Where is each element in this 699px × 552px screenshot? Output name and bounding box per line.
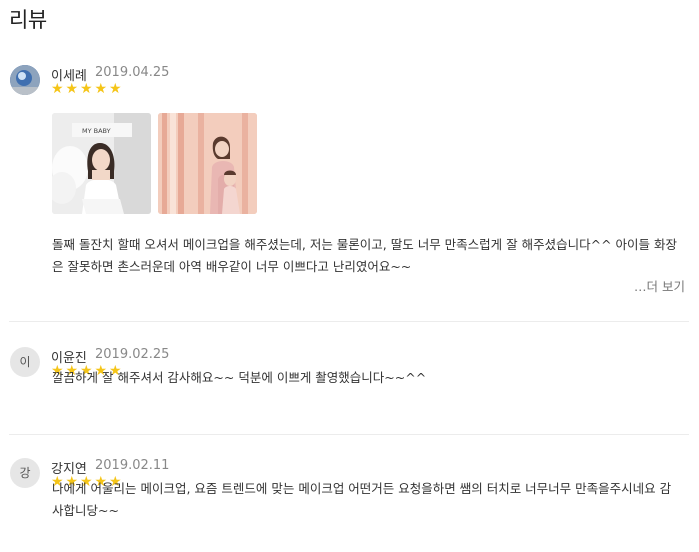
avatar[interactable]: 강 [10, 458, 40, 488]
review-date: 2019.02.11 [95, 458, 170, 473]
divider [9, 321, 689, 322]
section-title: 리뷰 [9, 8, 47, 32]
photo-child-portrait: MY BABY [52, 113, 151, 214]
avatar[interactable]: 이 [10, 347, 40, 377]
avatar[interactable] [10, 65, 40, 95]
star-icon: ★ [80, 81, 93, 97]
divider [9, 434, 689, 435]
photo-mother-daughter [158, 113, 257, 214]
review-text: 깔끔하게 잘 해주셔서 감사해요~~ 덕분에 이쁘게 촬영했습니다~~^^ [52, 370, 427, 385]
review-date: 2019.02.25 [95, 347, 170, 362]
star-rating: ★ ★ ★ ★ ★ [51, 81, 124, 97]
review-text: 돌째 돌잔치 할때 오셔서 메이크업을 해주셨는데, 저는 물론이고, 딸도 너… [52, 237, 678, 274]
star-icon: ★ [51, 81, 64, 97]
review-photo-2[interactable] [158, 113, 257, 214]
star-icon: ★ [109, 81, 122, 97]
photo-sign-text: MY BABY [82, 127, 111, 135]
review-date: 2019.04.25 [95, 65, 170, 80]
avatar-photo-image [10, 65, 40, 95]
more-link[interactable]: …더 보기 [634, 276, 685, 295]
star-icon: ★ [65, 81, 79, 97]
review-photo-1[interactable]: MY BABY [52, 113, 151, 214]
star-icon: ★ [94, 81, 108, 97]
review-text: 나에게 어울리는 메이크업, 요즘 트렌드에 맞는 메이크업 어떤거든 요청을하… [52, 481, 672, 518]
